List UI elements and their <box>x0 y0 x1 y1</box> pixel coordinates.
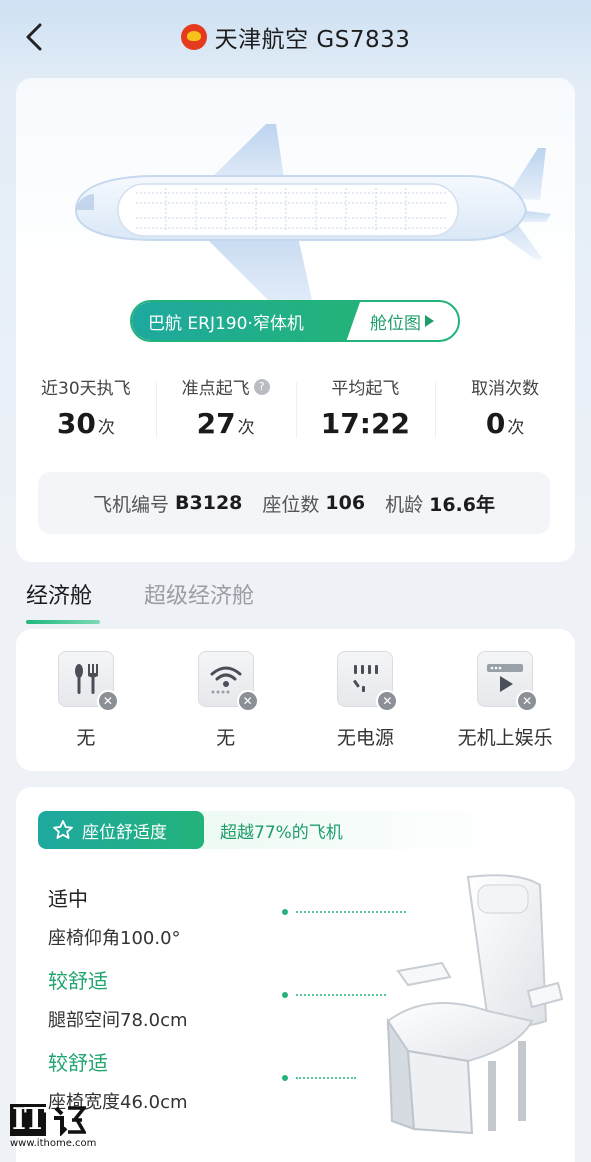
ithome-watermark: IT www.ithome.com <box>10 1104 110 1156</box>
stat-label: 平均起飞 <box>331 379 400 399</box>
unavailable-x-icon: ✕ <box>236 690 259 712</box>
airline-logo-icon <box>180 24 207 50</box>
aircraft-age-value: 16.6年 <box>429 493 495 516</box>
entertainment-icon: ✕ <box>477 651 539 712</box>
comfort-header: 座位舒适度 超越77%的飞机 <box>38 811 508 849</box>
wifi-icon: ✕ <box>197 651 259 712</box>
metric-legroom: 较舒适 腿部空间78.0cm <box>48 965 188 1032</box>
stat-on-time: 准点起飞? 27 次 <box>155 374 296 446</box>
watermark-url: www.ithome.com <box>10 1138 97 1149</box>
stat-unit: 次 <box>507 418 525 438</box>
amenities-card: ✕ 无 ✕ 无 ✕ 无电源 ✕ 无机上娱乐 <box>16 629 575 771</box>
seat-map-button[interactable]: 舱位图 <box>346 302 458 340</box>
amenity-entertainment: ✕ 无机上娱乐 <box>435 629 575 771</box>
cabin-tabs: 经济舱 超级经济舱 <box>26 578 254 624</box>
amenity-wifi: ✕ 无 <box>156 629 296 771</box>
question-icon[interactable]: ? <box>253 378 270 395</box>
tab-premium-economy[interactable]: 超级经济舱 <box>144 578 254 618</box>
title-bar: 天津航空 GS7833 <box>0 20 591 54</box>
meal-icon: ✕ <box>57 651 119 712</box>
header: 天津航空 GS7833 <box>0 0 591 76</box>
amenity-meal: ✕ 无 <box>16 629 156 771</box>
tab-economy[interactable]: 经济舱 <box>26 578 101 624</box>
seat-count-value: 106 <box>325 492 366 514</box>
seat-illustration <box>386 874 564 1135</box>
registration-label: 飞机编号 <box>93 493 170 516</box>
metric-level: 较舒适 <box>48 1051 108 1075</box>
stat-value: 30 <box>56 407 96 440</box>
metric-recline: 适中 座椅仰角100.0° <box>48 883 181 950</box>
stat-value: 0 <box>485 407 506 440</box>
unavailable-x-icon: ✕ <box>376 690 399 712</box>
stat-unit: 次 <box>237 418 255 438</box>
stat-label: 近30天执飞 <box>41 379 131 399</box>
aircraft-type-label: 巴航 ERJ190·窄体机 <box>132 302 360 340</box>
watermark-logo: IT <box>10 1102 46 1137</box>
metric-level: 较舒适 <box>48 969 108 993</box>
metric-desc: 座椅仰角100.0° <box>48 928 181 949</box>
metric-desc: 腿部空间78.0cm <box>48 1010 188 1031</box>
power-icon: ✕ <box>337 651 399 712</box>
stat-label: 取消次数 <box>471 379 540 399</box>
comfort-badge-label: 座位舒适度 <box>82 822 167 843</box>
stat-value: 27 <box>196 407 236 440</box>
metric-level: 适中 <box>48 887 88 911</box>
flight-stats: 近30天执飞 30 次 准点起飞? 27 次 平均起飞 17:22 取消次数 0次 <box>16 374 575 446</box>
aircraft-card: 巴航 ERJ190·窄体机 舱位图 近30天执飞 30 次 准点起飞? 27 次 平… <box>16 78 575 562</box>
stat-avg-departure: 平均起飞 17:22 <box>295 374 436 446</box>
stat-unit: 次 <box>97 418 115 438</box>
play-arrow-icon <box>425 315 434 327</box>
comfort-badge: 座位舒适度 <box>38 811 204 849</box>
stat-label: 准点起飞 <box>181 379 250 399</box>
seat-map-label: 舱位图 <box>370 313 421 334</box>
registration-value: B3128 <box>175 492 243 514</box>
amenity-label: 无电源 <box>336 727 394 749</box>
aircraft-type-pill[interactable]: 巴航 ERJ190·窄体机 舱位图 <box>130 300 460 342</box>
seat-count-label: 座位数 <box>262 493 320 516</box>
amenity-power: ✕ 无电源 <box>296 629 436 771</box>
amenity-label: 无 <box>216 727 236 749</box>
amenity-label: 无 <box>76 727 96 749</box>
unavailable-x-icon: ✕ <box>96 690 119 712</box>
aircraft-info-bar: 飞机编号 B3128 座位数 106 机龄 16.6年 <box>38 472 550 534</box>
watermark-glyph-icon <box>54 1106 87 1136</box>
comfort-summary: 超越77%的飞机 <box>220 822 343 843</box>
stat-flights-30d: 近30天执飞 30 次 <box>16 374 156 446</box>
unavailable-x-icon: ✕ <box>516 690 539 712</box>
amenity-label: 无机上娱乐 <box>457 727 553 749</box>
stat-cancellations: 取消次数 0次 <box>435 374 575 446</box>
star-icon <box>53 820 73 839</box>
stat-value: 17:22 <box>320 407 410 440</box>
page-title: 天津航空 GS7833 <box>214 27 411 53</box>
aircraft-age-label: 机龄 <box>385 493 424 516</box>
